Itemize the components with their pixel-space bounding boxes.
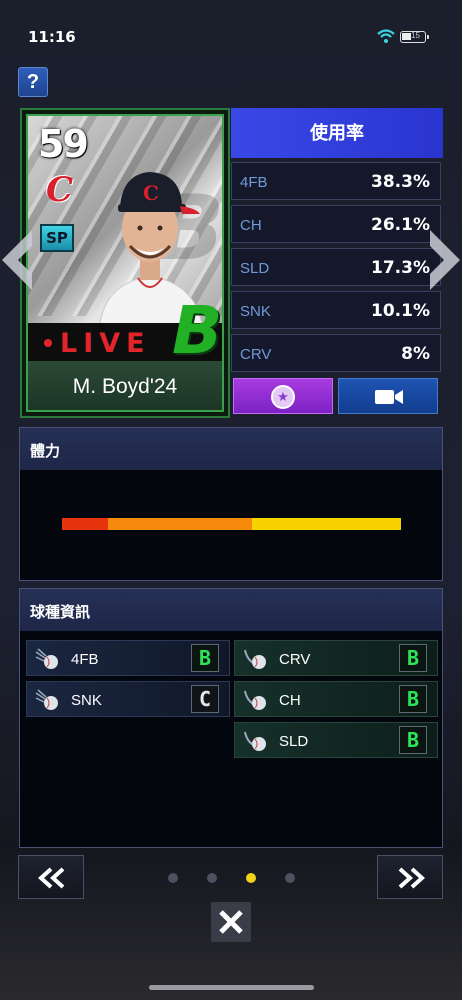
- usage-row: SNK 10.1%: [231, 291, 441, 329]
- pitch-grade: B: [191, 644, 219, 672]
- star-icon: ★: [271, 385, 295, 409]
- usage-row: 4FB 38.3%: [231, 162, 441, 200]
- pitch-label: CRV: [279, 651, 311, 668]
- next-card-arrow[interactable]: [430, 230, 462, 290]
- video-button[interactable]: [338, 378, 438, 414]
- usage-row: SLD 17.3%: [231, 248, 441, 286]
- pitch-info-title: 球種資訊: [30, 604, 91, 621]
- usage-value: 38.3%: [371, 172, 430, 192]
- double-chevron-left-icon: [38, 867, 65, 889]
- home-indicator: [149, 985, 314, 990]
- usage-label: SNK: [240, 303, 271, 320]
- card-grade: B: [172, 292, 223, 369]
- pitch-item[interactable]: 4FB B: [26, 640, 230, 676]
- pitch-item[interactable]: CRV B: [234, 640, 438, 676]
- name-plate: M. Boyd'24: [28, 361, 222, 410]
- stamina-segment: [252, 518, 401, 530]
- pitch-item[interactable]: CH B: [234, 681, 438, 717]
- page-dot[interactable]: [246, 873, 256, 883]
- close-icon: [219, 910, 243, 934]
- help-button[interactable]: ?: [18, 67, 48, 97]
- usage-value: 17.3%: [371, 258, 430, 278]
- next-page-button[interactable]: [377, 855, 443, 899]
- usage-row: CH 26.1%: [231, 205, 441, 243]
- usage-value: 10.1%: [371, 301, 430, 321]
- battery-level: 15: [411, 31, 420, 40]
- pitch-info-panel: 球種資訊 4FB B SNK C CRV B CH B SLD B: [19, 588, 443, 848]
- pitch-label: SLD: [279, 733, 309, 750]
- page-dot[interactable]: [285, 873, 295, 883]
- fastball-icon: [35, 689, 58, 710]
- pitch-label: CH: [279, 692, 301, 709]
- battery-icon: 15: [400, 31, 429, 43]
- status-time: 11:16: [28, 28, 76, 46]
- card-rating: 59: [38, 122, 89, 166]
- fastball-icon: [35, 648, 58, 669]
- player-card: B C 59 C SP LIVE B M. Boyd'24: [20, 108, 230, 418]
- close-button[interactable]: [211, 902, 251, 942]
- pitch-item[interactable]: SLD B: [234, 722, 438, 758]
- usage-label: CH: [240, 217, 262, 234]
- usage-value: 8%: [401, 344, 430, 364]
- breaking-ball-icon: [244, 731, 266, 751]
- pitch-item[interactable]: SNK C: [26, 681, 230, 717]
- wifi-icon: [377, 29, 395, 43]
- player-name: M. Boyd'24: [72, 375, 178, 398]
- prev-card-arrow[interactable]: [0, 230, 32, 290]
- star-button[interactable]: ★: [233, 378, 333, 414]
- pitch-grade: B: [399, 726, 427, 754]
- breaking-ball-icon: [244, 649, 266, 669]
- svg-text:C: C: [143, 181, 159, 205]
- pitch-label: SNK: [71, 692, 102, 709]
- usage-header: 使用率: [231, 108, 443, 158]
- position-badge: SP: [40, 224, 74, 252]
- pitch-label: 4FB: [71, 651, 99, 668]
- usage-label: SLD: [240, 260, 270, 277]
- pitch-grade: C: [191, 685, 219, 713]
- double-chevron-right-icon: [398, 867, 425, 889]
- stamina-bar: [62, 518, 401, 530]
- team-logo: C: [46, 170, 74, 210]
- page-dot[interactable]: [168, 873, 178, 883]
- usage-value: 26.1%: [371, 215, 430, 235]
- stamina-title: 體力: [30, 443, 61, 460]
- live-dot-icon: [44, 339, 52, 347]
- stamina-segment: [108, 518, 252, 530]
- breaking-ball-icon: [244, 690, 266, 710]
- stamina-segment: [62, 518, 108, 530]
- page-dot[interactable]: [207, 873, 217, 883]
- pitch-grade: B: [399, 644, 427, 672]
- usage-label: 4FB: [240, 174, 268, 191]
- pitch-grade: B: [399, 685, 427, 713]
- stamina-panel: 體力: [19, 427, 443, 581]
- usage-label: CRV: [240, 346, 272, 363]
- usage-row: CRV 8%: [231, 334, 441, 372]
- prev-page-button[interactable]: [18, 855, 84, 899]
- video-camera-icon: [375, 390, 403, 404]
- live-label: LIVE: [60, 328, 151, 359]
